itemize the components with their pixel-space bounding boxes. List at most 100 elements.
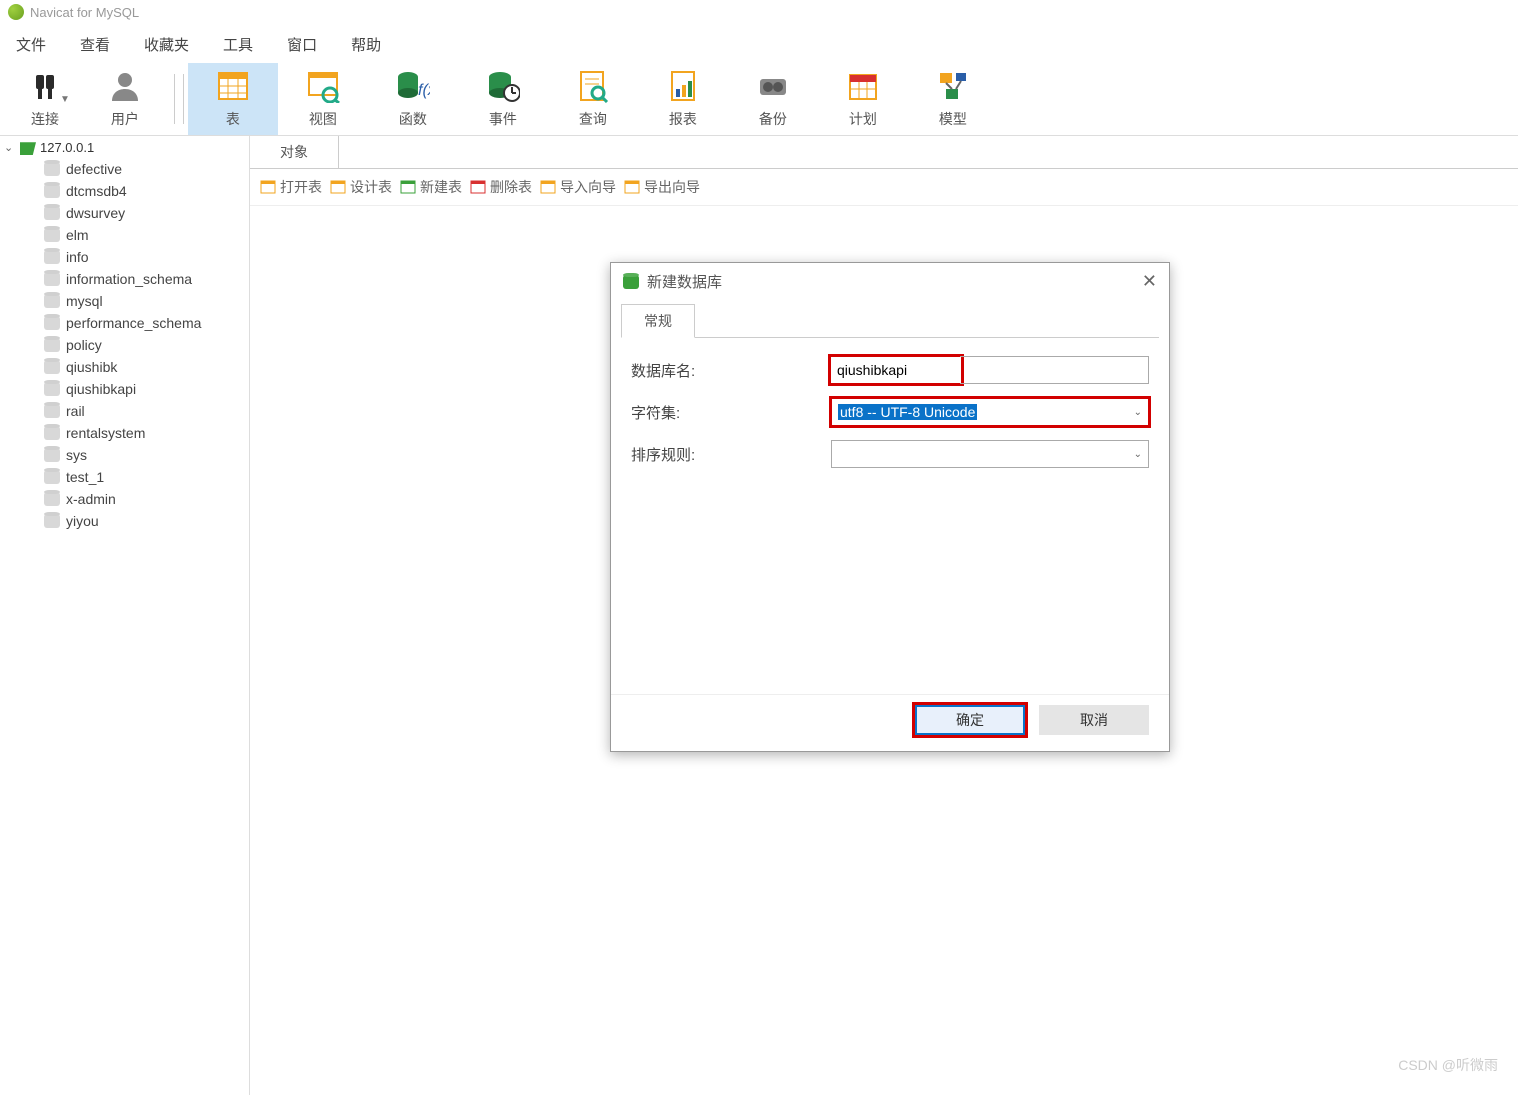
database-label: x-admin bbox=[66, 491, 116, 507]
connection-dropdown-icon[interactable]: ▼ bbox=[60, 94, 70, 105]
close-icon[interactable]: ✕ bbox=[1142, 271, 1157, 292]
chevron-down-icon: ⌄ bbox=[1134, 407, 1142, 418]
database-icon bbox=[44, 382, 60, 396]
object-toolbar: 打开表设计表新建表删除表导入向导导出向导 bbox=[250, 169, 1518, 206]
ok-button[interactable]: 确定 bbox=[915, 705, 1025, 735]
menu-4[interactable]: 窗口 bbox=[287, 34, 317, 55]
toolbar-model[interactable]: 模型 bbox=[908, 63, 998, 135]
database-icon bbox=[44, 228, 60, 242]
database-item[interactable]: rentalsystem bbox=[0, 422, 249, 444]
database-icon bbox=[44, 492, 60, 506]
database-icon bbox=[44, 470, 60, 484]
main-area: 对象 打开表设计表新建表删除表导入向导导出向导 新建数据库 ✕ 常规 数据库名: bbox=[250, 136, 1518, 1095]
menu-1[interactable]: 查看 bbox=[80, 34, 110, 55]
model-icon bbox=[936, 69, 970, 103]
database-label: elm bbox=[66, 227, 89, 243]
toolbar-view[interactable]: 视图 bbox=[278, 63, 368, 135]
toolbar-label: 连接 bbox=[31, 109, 59, 129]
action-icon bbox=[470, 179, 486, 195]
subbar-item-3[interactable]: 删除表 bbox=[470, 177, 532, 197]
database-label: yiyou bbox=[66, 513, 99, 529]
tab-general[interactable]: 常规 bbox=[621, 304, 695, 338]
database-item[interactable]: qiushibkapi bbox=[0, 378, 249, 400]
database-item[interactable]: test_1 bbox=[0, 466, 249, 488]
action-icon bbox=[260, 179, 276, 195]
database-item[interactable]: dwsurvey bbox=[0, 202, 249, 224]
database-icon bbox=[44, 426, 60, 440]
toolbar-plug[interactable]: 连接 bbox=[0, 63, 90, 135]
database-icon bbox=[44, 404, 60, 418]
subbar-item-1[interactable]: 设计表 bbox=[330, 177, 392, 197]
view-icon bbox=[306, 69, 340, 103]
database-item[interactable]: dtcmsdb4 bbox=[0, 180, 249, 202]
database-label: rentalsystem bbox=[66, 425, 145, 441]
report-icon bbox=[666, 69, 700, 103]
menu-5[interactable]: 帮助 bbox=[351, 34, 381, 55]
dialog-title: 新建数据库 bbox=[647, 271, 722, 292]
database-label: test_1 bbox=[66, 469, 104, 485]
schedule-icon bbox=[846, 69, 880, 103]
collation-select[interactable]: ⌄ bbox=[831, 440, 1149, 468]
tab-objects[interactable]: 对象 bbox=[250, 136, 339, 168]
function-icon: f(x) bbox=[396, 69, 430, 103]
database-item[interactable]: info bbox=[0, 246, 249, 268]
plug-icon bbox=[28, 69, 62, 103]
event-icon bbox=[486, 69, 520, 103]
menu-2[interactable]: 收藏夹 bbox=[144, 34, 189, 55]
database-label: mysql bbox=[66, 293, 103, 309]
toolbar-label: 报表 bbox=[669, 109, 697, 129]
database-label: information_schema bbox=[66, 271, 192, 287]
database-icon bbox=[44, 250, 60, 264]
db-name-label: 数据库名: bbox=[631, 360, 831, 381]
subbar-item-0[interactable]: 打开表 bbox=[260, 177, 322, 197]
charset-select[interactable]: utf8 -- UTF-8 Unicode ⌄ bbox=[831, 398, 1149, 426]
toolbar-label: 查询 bbox=[579, 109, 607, 129]
database-item[interactable]: elm bbox=[0, 224, 249, 246]
server-node[interactable]: ⌄ 127.0.0.1 bbox=[0, 136, 249, 158]
toolbar-label: 模型 bbox=[939, 109, 967, 129]
server-label: 127.0.0.1 bbox=[40, 140, 94, 155]
cancel-button[interactable]: 取消 bbox=[1039, 705, 1149, 735]
subbar-item-5[interactable]: 导出向导 bbox=[624, 177, 700, 197]
toolbar-label: 表 bbox=[226, 109, 240, 129]
subbar-item-4[interactable]: 导入向导 bbox=[540, 177, 616, 197]
subbar-item-2[interactable]: 新建表 bbox=[400, 177, 462, 197]
collation-label: 排序规则: bbox=[631, 444, 831, 465]
toolbar-table[interactable]: 表 bbox=[188, 63, 278, 135]
database-icon bbox=[44, 338, 60, 352]
chevron-down-icon: ⌄ bbox=[1134, 449, 1142, 460]
database-item[interactable]: yiyou bbox=[0, 510, 249, 532]
database-item[interactable]: rail bbox=[0, 400, 249, 422]
title-bar: Navicat for MySQL bbox=[0, 0, 1518, 24]
database-icon bbox=[44, 294, 60, 308]
database-icon bbox=[44, 514, 60, 528]
toolbar-function[interactable]: f(x)函数 bbox=[368, 63, 458, 135]
toolbar-user[interactable]: 用户 bbox=[80, 63, 170, 135]
toolbar-backup[interactable]: 备份 bbox=[728, 63, 818, 135]
menu-0[interactable]: 文件 bbox=[16, 34, 46, 55]
database-item[interactable]: performance_schema bbox=[0, 312, 249, 334]
db-name-input[interactable] bbox=[831, 357, 961, 383]
database-item[interactable]: sys bbox=[0, 444, 249, 466]
menu-bar: 文件 查看 收藏夹 工具 窗口 帮助 bbox=[0, 24, 1518, 63]
database-label: dtcmsdb4 bbox=[66, 183, 127, 199]
database-item[interactable]: policy bbox=[0, 334, 249, 356]
dialog-title-bar: 新建数据库 ✕ bbox=[611, 263, 1169, 300]
menu-3[interactable]: 工具 bbox=[223, 34, 253, 55]
toolbar-query[interactable]: 查询 bbox=[548, 63, 638, 135]
chevron-down-icon[interactable]: ⌄ bbox=[4, 141, 16, 154]
svg-text:f(x): f(x) bbox=[418, 82, 430, 99]
database-item[interactable]: qiushibk bbox=[0, 356, 249, 378]
database-item[interactable]: information_schema bbox=[0, 268, 249, 290]
database-item[interactable]: mysql bbox=[0, 290, 249, 312]
toolbar-schedule[interactable]: 计划 bbox=[818, 63, 908, 135]
table-icon bbox=[216, 69, 250, 103]
action-icon bbox=[624, 179, 640, 195]
app-icon bbox=[8, 4, 24, 20]
database-item[interactable]: defective bbox=[0, 158, 249, 180]
database-icon bbox=[44, 162, 60, 176]
server-icon bbox=[20, 139, 36, 155]
database-item[interactable]: x-admin bbox=[0, 488, 249, 510]
toolbar-report[interactable]: 报表 bbox=[638, 63, 728, 135]
toolbar-event[interactable]: 事件 bbox=[458, 63, 548, 135]
